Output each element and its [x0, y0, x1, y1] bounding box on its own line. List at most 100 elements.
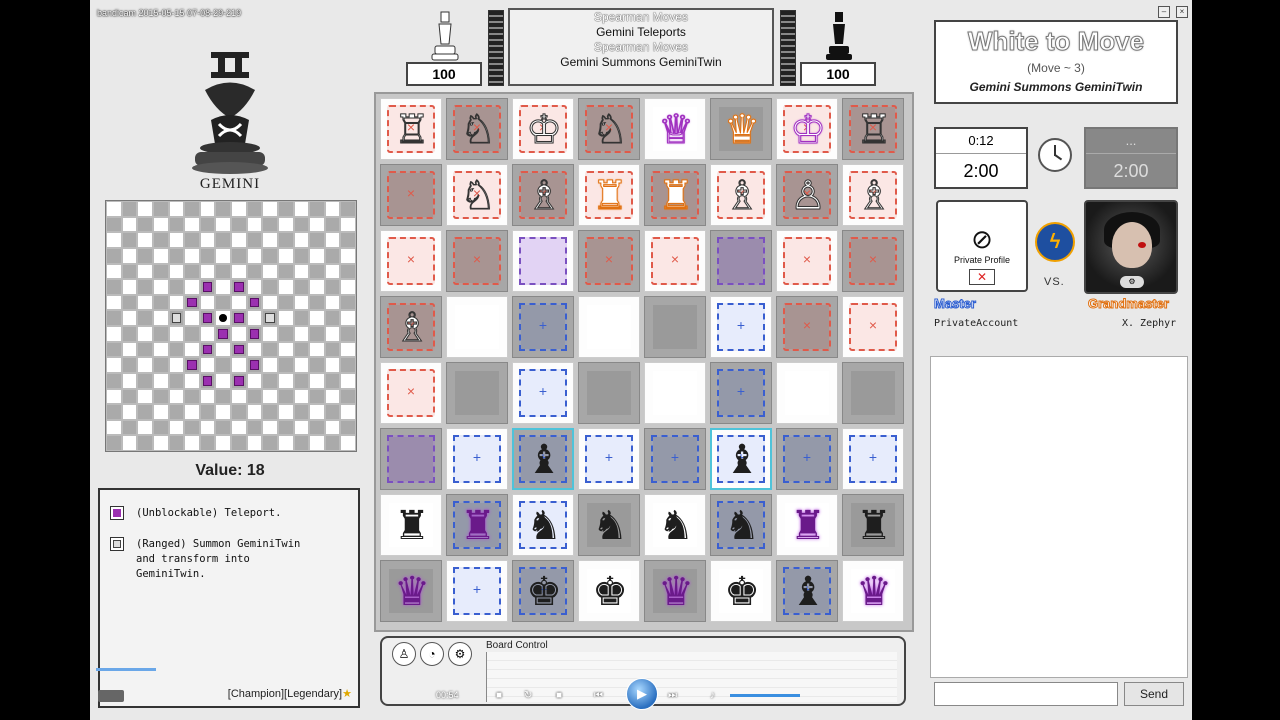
fast-forward-icon[interactable]: ⏭ [668, 690, 677, 701]
black-player-name[interactable]: X. Zephyr [1122, 318, 1176, 329]
chess-piece-icon[interactable]: ♛ [651, 563, 701, 621]
board-square[interactable]: ♛ [842, 560, 904, 622]
board-square[interactable]: ♚ [512, 560, 574, 622]
board-square[interactable] [578, 296, 640, 358]
chess-piece-icon[interactable]: ♗ [387, 299, 437, 357]
chess-piece-icon[interactable]: ♛ [387, 563, 437, 621]
board-square[interactable]: ♗ [842, 164, 904, 226]
board-square[interactable] [446, 428, 508, 490]
chess-piece-icon[interactable]: ♘ [453, 167, 503, 225]
chess-piece-icon[interactable]: ♕ [651, 101, 701, 159]
board-square[interactable] [512, 230, 574, 292]
board-square[interactable]: ♘ [446, 98, 508, 160]
board-square[interactable] [710, 230, 772, 292]
board-square[interactable]: ♕ [644, 98, 706, 160]
board-square[interactable]: ♜ [776, 494, 838, 556]
board-square[interactable]: ♜ [842, 494, 904, 556]
board-square[interactable]: ♚ [578, 560, 640, 622]
board-square[interactable] [578, 230, 640, 292]
minimize-icon[interactable]: – [1158, 6, 1170, 18]
board-square[interactable] [446, 230, 508, 292]
board-square[interactable] [776, 362, 838, 424]
chess-piece-icon[interactable]: ♗ [849, 167, 899, 225]
board-square[interactable]: ♗ [710, 164, 772, 226]
chess-piece-icon[interactable]: ♞ [651, 497, 701, 555]
board-square[interactable]: ♞ [644, 494, 706, 556]
board-square[interactable]: ♙ [776, 164, 838, 226]
board-square[interactable] [644, 428, 706, 490]
board-square[interactable] [380, 362, 442, 424]
board-square[interactable]: ♗ [380, 296, 442, 358]
board-square[interactable]: ♝ [776, 560, 838, 622]
chess-piece-icon[interactable]: ♘ [585, 101, 635, 159]
chess-piece-icon[interactable]: ♜ [651, 167, 701, 225]
send-button[interactable]: Send [1124, 682, 1184, 706]
board-square[interactable] [644, 362, 706, 424]
white-player-avatar[interactable]: ⊘ Private Profile ✕ [936, 200, 1028, 292]
chess-piece-icon[interactable]: ♚ [519, 563, 569, 621]
chat-input[interactable] [934, 682, 1118, 706]
chess-piece-icon[interactable]: ♝ [519, 431, 569, 489]
board-square[interactable]: ♔ [776, 98, 838, 160]
chess-piece-icon[interactable]: ♗ [519, 167, 569, 225]
board-square[interactable]: ♚ [710, 560, 772, 622]
black-player-avatar[interactable]: ⚙ [1084, 200, 1178, 294]
board-square[interactable]: ♞ [710, 494, 772, 556]
chess-piece-icon[interactable]: ♛ [849, 563, 899, 621]
chess-piece-icon[interactable]: ♜ [585, 167, 635, 225]
chess-piece-icon[interactable]: ♝ [783, 563, 833, 621]
board-square[interactable] [842, 428, 904, 490]
board-square[interactable]: ♜ [578, 164, 640, 226]
chess-piece-icon[interactable]: ♛ [717, 101, 767, 159]
board-square[interactable]: ♝ [710, 428, 772, 490]
previous-icon[interactable]: ⏮ [594, 690, 603, 701]
chess-piece-icon[interactable]: ♔ [783, 101, 833, 159]
board-square[interactable] [842, 230, 904, 292]
chess-piece-icon[interactable]: ♚ [717, 563, 767, 621]
board-square[interactable]: ♛ [710, 98, 772, 160]
board-square[interactable]: ♜ [446, 494, 508, 556]
board-square[interactable] [446, 296, 508, 358]
chess-piece-icon[interactable]: ♖ [387, 101, 437, 159]
chess-piece-icon[interactable]: ♖ [849, 101, 899, 159]
close-icon[interactable]: × [1176, 6, 1188, 18]
board-square[interactable]: ♔ [512, 98, 574, 160]
chess-piece-icon[interactable]: ♞ [585, 497, 635, 555]
loop-icon[interactable]: ↻ [524, 690, 532, 701]
board-square[interactable] [380, 428, 442, 490]
board-square[interactable] [842, 362, 904, 424]
board-square[interactable] [644, 296, 706, 358]
board-square[interactable] [578, 362, 640, 424]
board-square[interactable]: ♞ [578, 494, 640, 556]
chess-piece-icon[interactable]: ♜ [849, 497, 899, 555]
board-square[interactable] [644, 230, 706, 292]
board-square[interactable] [446, 362, 508, 424]
board-square[interactable] [380, 230, 442, 292]
player-mini-button[interactable] [98, 690, 124, 702]
board-square[interactable] [710, 296, 772, 358]
chess-piece-icon[interactable]: ♚ [585, 563, 635, 621]
board-square[interactable]: ♜ [644, 164, 706, 226]
board-square[interactable] [380, 164, 442, 226]
board-square[interactable] [512, 362, 574, 424]
board-square[interactable] [710, 362, 772, 424]
chess-piece-icon[interactable]: ♜ [387, 497, 437, 555]
chat-log[interactable] [930, 356, 1188, 678]
board-square[interactable]: ♘ [446, 164, 508, 226]
chess-piece-icon[interactable]: ♔ [519, 101, 569, 159]
board-square[interactable] [512, 296, 574, 358]
chess-piece-icon[interactable]: ♜ [453, 497, 503, 555]
chess-piece-icon[interactable]: ♜ [783, 497, 833, 555]
stop-icon[interactable]: ■ [496, 690, 502, 701]
board-square[interactable] [776, 296, 838, 358]
settings-icon[interactable]: ⚙ [448, 642, 472, 666]
player-view-icon[interactable]: ♙ [392, 642, 416, 666]
stop-square-icon[interactable]: ■ [556, 690, 562, 701]
board-square[interactable] [842, 296, 904, 358]
board-square[interactable]: ♛ [380, 560, 442, 622]
board-square[interactable] [578, 428, 640, 490]
chess-piece-icon[interactable]: ♞ [519, 497, 569, 555]
chess-piece-icon[interactable]: ♝ [717, 431, 767, 489]
board-square[interactable]: ♜ [380, 494, 442, 556]
white-player-name[interactable]: PrivateAccount [934, 318, 1018, 329]
